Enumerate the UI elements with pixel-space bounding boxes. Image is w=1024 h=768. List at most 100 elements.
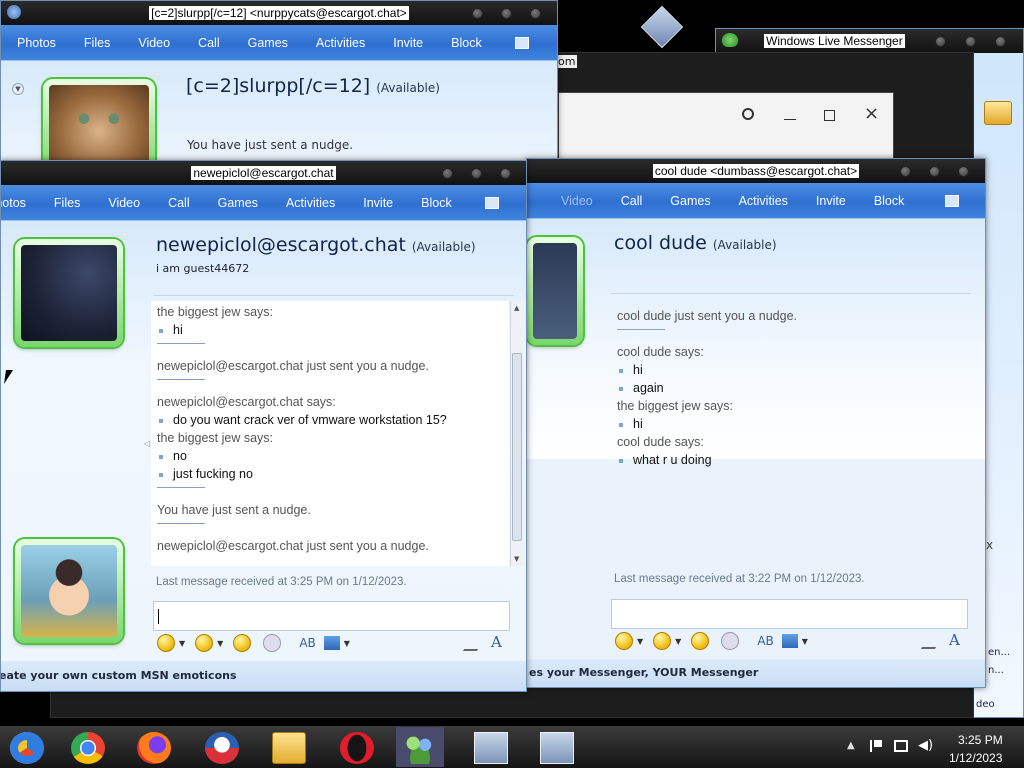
ad-banner-text[interactable]: es your Messenger, YOUR Messenger bbox=[529, 666, 758, 679]
tray-expand-icon[interactable]: ▲ bbox=[847, 740, 855, 751]
close-button[interactable] bbox=[500, 168, 511, 179]
menu-video[interactable]: Video bbox=[108, 196, 140, 210]
nudge-icon[interactable] bbox=[233, 634, 252, 652]
menu-games[interactable]: Games bbox=[218, 196, 258, 210]
wink-icon[interactable] bbox=[195, 634, 214, 652]
menu-block[interactable]: Block bbox=[874, 194, 905, 208]
message-input[interactable] bbox=[611, 599, 968, 629]
formatting-toolbar: ▼ ▼ AB ▼ bbox=[157, 629, 360, 657]
menu-activities[interactable]: Activities bbox=[739, 194, 788, 208]
menu-call[interactable]: Call bbox=[621, 194, 643, 208]
menu-activities[interactable]: Activities bbox=[316, 36, 365, 50]
menu-games[interactable]: Games bbox=[670, 194, 710, 208]
browser-maximize-icon[interactable] bbox=[824, 110, 835, 121]
nudge-notice: You have just sent a nudge. bbox=[157, 503, 311, 517]
header-scrollbar[interactable] bbox=[973, 219, 985, 309]
background-icon[interactable] bbox=[323, 636, 340, 650]
message-text: what r u doing bbox=[619, 453, 712, 467]
contact-avatar[interactable] bbox=[15, 239, 123, 347]
cartoon-girl-picture bbox=[21, 545, 117, 637]
wlm-folder-icon[interactable] bbox=[984, 101, 1012, 125]
menu-photos[interactable]: Photos bbox=[17, 36, 56, 50]
text-mode-icon[interactable]: A bbox=[949, 631, 960, 649]
minimize-button[interactable] bbox=[900, 166, 911, 177]
menu-invite[interactable]: Invite bbox=[393, 36, 423, 50]
messenger-buddy-icon bbox=[7, 5, 21, 19]
text-cursor bbox=[158, 609, 159, 624]
menu-video[interactable]: Video bbox=[138, 36, 170, 50]
nudge-icon[interactable] bbox=[691, 632, 710, 650]
text-mode-icon[interactable]: A bbox=[491, 633, 502, 651]
menu-invite[interactable]: Invite bbox=[363, 196, 393, 210]
ad-banner-text[interactable]: eate your own custom MSN emoticons bbox=[1, 669, 237, 682]
minimize-button[interactable] bbox=[935, 36, 946, 47]
chat-window-newepiclol[interactable]: newepiclol@escargot.chat Photos Files Vi… bbox=[0, 160, 527, 692]
close-button[interactable] bbox=[958, 166, 969, 177]
voice-clip-icon[interactable] bbox=[721, 632, 740, 650]
obama-logo-icon[interactable] bbox=[205, 732, 239, 764]
menu-block[interactable]: Block bbox=[421, 196, 452, 210]
firefox-icon[interactable] bbox=[137, 732, 171, 764]
wink-icon[interactable] bbox=[653, 632, 672, 650]
conversation-history: the biggest jew says: hi newepiclol@escarg… bbox=[151, 301, 509, 566]
message-sender: cool dude says: bbox=[617, 345, 704, 359]
minimize-button[interactable] bbox=[472, 8, 483, 19]
message-separator bbox=[617, 329, 665, 330]
emoticon-icon[interactable] bbox=[157, 634, 175, 652]
network-setup-icon[interactable] bbox=[474, 732, 508, 764]
maximize-button[interactable] bbox=[501, 8, 512, 19]
menu-invite[interactable]: Invite bbox=[816, 194, 846, 208]
messenger-taskbar-icon[interactable] bbox=[403, 732, 437, 764]
sidebar-toggle-icon[interactable]: ◁ bbox=[144, 439, 150, 448]
contact-avatar[interactable] bbox=[527, 237, 583, 345]
chat-window-cooldude[interactable]: cool dude <dumbass@escargot.chat> Video … bbox=[526, 158, 986, 688]
menu-games[interactable]: Games bbox=[248, 36, 288, 50]
maximize-button[interactable] bbox=[471, 168, 482, 179]
handwriting-icon[interactable] bbox=[920, 635, 944, 649]
network-setup-icon-2[interactable] bbox=[540, 732, 574, 764]
conversation-scrollbar[interactable]: ▲ ▼ bbox=[510, 301, 524, 566]
font-icon[interactable]: AB bbox=[757, 634, 773, 648]
menu-activities[interactable]: Activities bbox=[286, 196, 335, 210]
message-text: again bbox=[619, 381, 664, 395]
menu-files[interactable]: Files bbox=[54, 196, 80, 210]
network-icon[interactable] bbox=[894, 740, 908, 752]
my-avatar[interactable] bbox=[15, 539, 123, 643]
scroll-thumb[interactable] bbox=[512, 353, 522, 541]
background-icon[interactable] bbox=[781, 634, 798, 648]
browser-search-icon[interactable] bbox=[742, 108, 754, 120]
opera-icon[interactable] bbox=[340, 732, 374, 764]
scroll-up-arrow[interactable]: ▲ bbox=[514, 304, 519, 312]
options-menu-icon[interactable] bbox=[945, 195, 959, 207]
menu-call[interactable]: Call bbox=[168, 196, 190, 210]
menu-video[interactable]: Video bbox=[561, 194, 593, 208]
close-button[interactable] bbox=[995, 36, 1006, 47]
font-icon[interactable]: AB bbox=[299, 636, 315, 650]
maximize-button[interactable] bbox=[929, 166, 940, 177]
browser-close-icon[interactable]: × bbox=[864, 105, 879, 123]
menu-call[interactable]: Call bbox=[198, 36, 220, 50]
message-input[interactable] bbox=[153, 601, 510, 631]
message-text: no bbox=[159, 449, 187, 463]
scroll-down-arrow[interactable]: ▼ bbox=[514, 555, 519, 563]
emoticon-icon[interactable] bbox=[615, 632, 633, 650]
collapse-toggle-icon[interactable]: ▼ bbox=[12, 83, 24, 95]
chrome-icon[interactable] bbox=[71, 732, 105, 764]
browser-minimize-icon[interactable] bbox=[784, 119, 796, 120]
clock-time[interactable]: 3:25 PM bbox=[958, 733, 1003, 747]
close-button[interactable] bbox=[530, 8, 541, 19]
voice-clip-icon[interactable] bbox=[263, 634, 282, 652]
wlm-text-fragment-2: n... bbox=[988, 665, 1004, 676]
menu-block[interactable]: Block bbox=[451, 36, 482, 50]
clock-date[interactable]: 1/12/2023 bbox=[949, 751, 1002, 765]
options-menu-icon[interactable] bbox=[515, 37, 529, 49]
menu-photos[interactable]: Photos bbox=[1, 196, 26, 210]
file-explorer-icon[interactable] bbox=[272, 732, 306, 764]
minimize-button[interactable] bbox=[442, 168, 453, 179]
action-center-flag-icon[interactable] bbox=[870, 740, 882, 752]
options-menu-icon[interactable] bbox=[485, 197, 499, 209]
menu-files[interactable]: Files bbox=[84, 36, 110, 50]
chromium-icon[interactable] bbox=[10, 732, 44, 764]
maximize-button[interactable] bbox=[965, 36, 976, 47]
volume-icon[interactable]: ◀) bbox=[918, 738, 933, 753]
